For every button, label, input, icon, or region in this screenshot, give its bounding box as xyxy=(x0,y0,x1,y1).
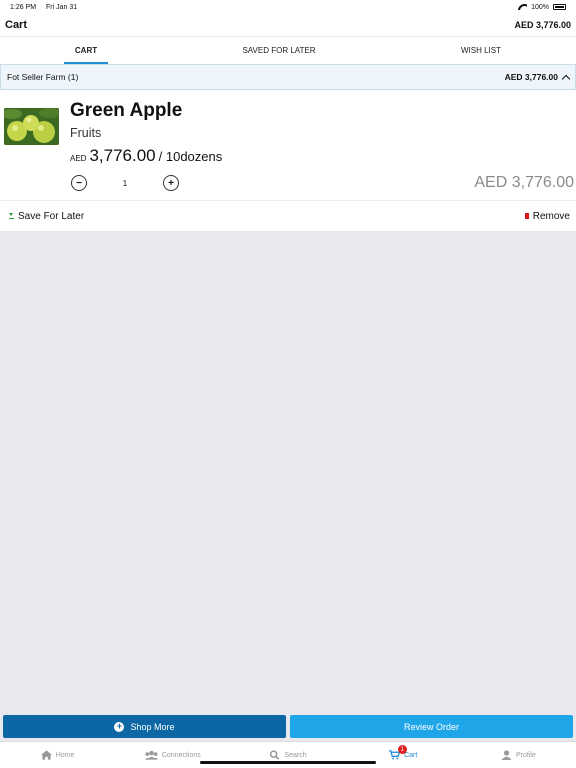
tabbar-connections-label: Connections xyxy=(161,751,201,759)
profile-icon xyxy=(501,750,512,760)
product-name[interactable]: Green Apple xyxy=(70,100,182,122)
tabbar-search-label: Search xyxy=(284,751,307,759)
status-time: 1:26 PM xyxy=(10,3,37,11)
cart-buttons: + Shop More Review Order xyxy=(0,715,576,739)
connections-icon xyxy=(144,750,158,760)
tabbar-profile[interactable]: Profile xyxy=(461,742,576,768)
cart-badge: 1 xyxy=(397,745,407,754)
tab-cart[interactable]: CART xyxy=(0,37,172,64)
seller-summary: AED 3,776.00 xyxy=(504,72,571,83)
seller-total: AED 3,776.00 xyxy=(504,72,558,82)
product-image[interactable] xyxy=(4,108,59,145)
status-date: Fri Jan 31 xyxy=(46,3,78,11)
trash-icon xyxy=(524,213,529,219)
cart-total: AED 3,776.00 xyxy=(514,20,571,30)
save-for-later-label: Save For Later xyxy=(18,210,85,222)
tabbar-home-label: Home xyxy=(55,751,75,759)
home-icon xyxy=(40,750,52,760)
product-price: AED 3,776.00 / 10dozens xyxy=(70,146,222,166)
tabbar-profile-label: Profile xyxy=(515,751,536,759)
save-for-later-button[interactable]: Save For Later xyxy=(9,211,84,222)
quantity-increase-button[interactable]: + xyxy=(163,175,179,191)
battery-icon xyxy=(553,4,566,10)
battery-percent: 100% xyxy=(531,3,549,11)
download-icon xyxy=(9,213,14,219)
item-actions: Save For Later Remove xyxy=(0,200,576,231)
wifi-icon xyxy=(518,4,527,10)
price-amount: 3,776.00 xyxy=(89,146,156,165)
shop-more-button[interactable]: + Shop More xyxy=(3,715,286,738)
plus-icon: + xyxy=(168,177,174,189)
remove-button[interactable]: Remove xyxy=(524,210,570,222)
chevron-up-icon[interactable] xyxy=(561,74,571,83)
green-apple-image xyxy=(4,108,59,145)
tabbar-search[interactable]: Search xyxy=(230,742,345,768)
status-time-date: 1:26 PM Fri Jan 31 xyxy=(10,4,85,11)
search-icon xyxy=(270,750,280,760)
quantity-value: 1 xyxy=(122,179,128,188)
product-category: Fruits xyxy=(70,126,102,140)
review-order-label: Review Order xyxy=(403,721,459,732)
tabbar-home[interactable]: Home xyxy=(0,742,115,768)
tabbar-cart[interactable]: 1 Cart xyxy=(346,742,461,768)
tab-wish-list[interactable]: WISH LIST xyxy=(386,37,576,64)
price-currency: AED xyxy=(70,154,87,163)
tabbar-connections[interactable]: Connections xyxy=(115,742,230,768)
status-bar: 1:26 PM Fri Jan 31 100% xyxy=(0,0,576,14)
quantity-decrease-button[interactable]: − xyxy=(71,175,87,191)
remove-label: Remove xyxy=(532,210,570,222)
page-title: Cart xyxy=(5,19,28,31)
plus-circle-icon: + xyxy=(114,721,125,732)
seller-name: Fot Seller Farm (1) xyxy=(7,72,79,82)
cart-item: Green Apple Fruits AED 3,776.00 / 10doze… xyxy=(0,90,576,200)
line-total: AED 3,776.00 xyxy=(474,174,574,191)
tabbar-cart-label: Cart xyxy=(404,751,418,759)
tab-saved-for-later[interactable]: SAVED FOR LATER xyxy=(172,37,386,64)
review-order-button[interactable]: Review Order xyxy=(290,715,573,738)
cart-tabs: CART SAVED FOR LATER WISH LIST xyxy=(0,36,576,64)
nav-bar: Cart AED 3,776.00 xyxy=(0,14,576,36)
price-unit: / 10dozens xyxy=(158,149,223,164)
status-indicators: 100% xyxy=(518,4,566,11)
minus-icon: − xyxy=(76,177,82,189)
seller-header[interactable]: Fot Seller Farm (1) AED 3,776.00 xyxy=(0,64,576,90)
shop-more-label: Shop More xyxy=(130,721,175,732)
home-indicator xyxy=(200,761,376,764)
